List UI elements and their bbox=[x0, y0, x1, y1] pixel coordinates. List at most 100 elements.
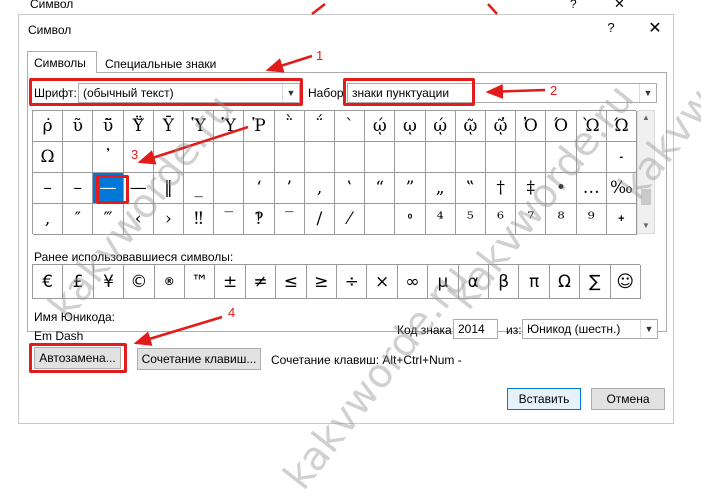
symbol-cell[interactable]: ‟ bbox=[455, 173, 486, 204]
symbol-cell[interactable]: ‘ bbox=[244, 173, 275, 204]
symbol-cell[interactable]: / bbox=[304, 204, 335, 235]
symbol-cell[interactable] bbox=[274, 142, 305, 173]
symbol-cell[interactable]: Ῥ bbox=[244, 111, 275, 142]
symbol-cell[interactable]: ` bbox=[335, 111, 366, 142]
background-close-button[interactable]: ✕ bbox=[614, 0, 625, 12]
symbol-cell[interactable]: Ώ bbox=[606, 111, 637, 142]
symbol-cell[interactable]: ῴ bbox=[365, 111, 396, 142]
symbol-cell[interactable] bbox=[214, 142, 245, 173]
chevron-down-icon[interactable]: ▼ bbox=[640, 320, 657, 338]
symbol-cell[interactable]: , bbox=[33, 204, 64, 235]
symbol-cell[interactable]: † bbox=[486, 173, 517, 204]
symbol-cell[interactable]: ‽ bbox=[244, 204, 275, 235]
symbol-cell[interactable]: › bbox=[153, 204, 184, 235]
symbol-cell[interactable]: ⁹ bbox=[576, 204, 607, 235]
symbol-cell[interactable]: ᾽ bbox=[93, 142, 124, 173]
symbol-cell[interactable]: … bbox=[576, 173, 607, 204]
symbol-cell[interactable]: Ω bbox=[33, 142, 64, 173]
symbol-cell[interactable]: Ὼ bbox=[576, 111, 607, 142]
font-select[interactable]: (обычный текст) ▼ bbox=[78, 83, 300, 103]
symbol-cell[interactable]: ⁰ bbox=[395, 204, 426, 235]
symbol-cell[interactable]: ⁴ bbox=[425, 204, 456, 235]
char-code-input[interactable]: 2014 bbox=[453, 319, 498, 339]
symbol-cell[interactable] bbox=[425, 142, 456, 173]
symbol-cell[interactable]: Ὑ bbox=[184, 111, 215, 142]
symbol-cell[interactable] bbox=[395, 142, 426, 173]
symbol-cell[interactable]: ⁶ bbox=[486, 204, 517, 235]
symbol-cell[interactable] bbox=[153, 142, 184, 173]
symbol-cell[interactable]: ρ̇ bbox=[33, 111, 64, 142]
recent-symbol-cell[interactable]: ™ bbox=[185, 265, 216, 299]
symbol-cell[interactable]: ″ bbox=[63, 204, 94, 235]
symbol-cell[interactable]: + bbox=[606, 204, 637, 235]
subset-select[interactable]: знаки пунктуации ▼ bbox=[347, 83, 657, 103]
recent-symbol-cell[interactable]: ≤ bbox=[276, 265, 307, 299]
symbol-cell[interactable] bbox=[576, 142, 607, 173]
symbol-cell[interactable]: “ bbox=[365, 173, 396, 204]
symbol-cell[interactable]: – bbox=[33, 173, 64, 204]
recent-symbol-cell[interactable]: ∑ bbox=[580, 265, 611, 299]
recent-symbol-cell[interactable]: © bbox=[124, 265, 155, 299]
scroll-up-icon[interactable]: ▲ bbox=[638, 111, 654, 125]
autocorrect-button[interactable]: Автозамена... bbox=[34, 347, 121, 369]
symbol-cell[interactable]: ‴ bbox=[93, 204, 124, 235]
scroll-thumb[interactable] bbox=[641, 189, 651, 205]
symbol-cell[interactable]: „ bbox=[425, 173, 456, 204]
symbol-cell[interactable] bbox=[123, 142, 154, 173]
symbol-cell[interactable]: – bbox=[63, 173, 94, 204]
symbol-cell[interactable]: Ὑ bbox=[214, 111, 245, 142]
symbol-cell[interactable]: Ὀ bbox=[516, 111, 547, 142]
tab-symbols[interactable]: Символы bbox=[27, 51, 97, 73]
recent-symbol-cell[interactable]: € bbox=[33, 265, 64, 299]
recent-symbol-cell[interactable]: × bbox=[367, 265, 398, 299]
symbol-cell[interactable]: ῴ bbox=[425, 111, 456, 142]
scroll-down-icon[interactable]: ▼ bbox=[638, 219, 654, 233]
recent-symbol-cell[interactable]: ® bbox=[154, 265, 185, 299]
symbol-cell[interactable] bbox=[244, 142, 275, 173]
symbol-cell[interactable]: ⁷ bbox=[516, 204, 547, 235]
symbol-cell[interactable]: - bbox=[606, 142, 637, 173]
symbol-cell[interactable] bbox=[335, 142, 366, 173]
symbol-cell[interactable]: ῦ bbox=[63, 111, 94, 142]
recent-symbol-cell[interactable]: ± bbox=[215, 265, 246, 299]
symbol-cell[interactable]: ῦ̈ bbox=[93, 111, 124, 142]
symbol-cell[interactable] bbox=[214, 173, 245, 204]
symbol-cell[interactable]: ῭ bbox=[274, 111, 305, 142]
symbol-cell[interactable]: ‚ bbox=[304, 173, 335, 204]
symbol-cell[interactable]: ‡ bbox=[516, 173, 547, 204]
recent-symbol-cell[interactable]: ÷ bbox=[337, 265, 368, 299]
recent-symbol-cell[interactable]: β bbox=[489, 265, 520, 299]
symbol-cell[interactable]: _ bbox=[184, 173, 215, 204]
symbol-cell[interactable]: ΅ bbox=[304, 111, 335, 142]
tab-special-characters[interactable]: Специальные знаки bbox=[99, 53, 223, 73]
symbol-cell[interactable] bbox=[63, 142, 94, 173]
symbol-cell[interactable]: ‛ bbox=[335, 173, 366, 204]
cancel-button[interactable]: Отмена bbox=[591, 388, 665, 410]
recent-symbol-cell[interactable]: ≠ bbox=[245, 265, 277, 299]
symbol-cell[interactable]: ‰ bbox=[606, 173, 637, 204]
symbol-cell[interactable]: ‼ bbox=[184, 204, 215, 235]
symbol-cell[interactable] bbox=[365, 204, 396, 235]
symbol-cell[interactable]: — bbox=[93, 173, 124, 204]
chevron-down-icon[interactable]: ▼ bbox=[282, 84, 299, 102]
recent-symbol-cell[interactable]: £ bbox=[63, 265, 94, 299]
symbol-cell[interactable]: ⁵ bbox=[455, 204, 486, 235]
symbol-cell[interactable]: ‾ bbox=[214, 204, 245, 235]
symbol-cell[interactable]: ⁄ bbox=[335, 204, 366, 235]
recent-symbol-cell[interactable]: π bbox=[519, 265, 550, 299]
insert-button[interactable]: Вставить bbox=[507, 388, 581, 410]
close-button[interactable]: ✕ bbox=[646, 18, 664, 38]
symbol-cell[interactable]: ‹ bbox=[123, 204, 154, 235]
symbol-cell[interactable]: ‖ bbox=[153, 173, 184, 204]
symbol-cell[interactable]: — bbox=[123, 173, 154, 204]
recent-symbol-cell[interactable]: α bbox=[458, 265, 489, 299]
recent-symbol-cell[interactable]: µ bbox=[428, 265, 459, 299]
symbol-cell[interactable]: ‾ bbox=[274, 204, 305, 235]
background-help-button[interactable]: ? bbox=[570, 0, 577, 11]
symbol-cell[interactable]: ⁸ bbox=[546, 204, 577, 235]
symbol-cell[interactable] bbox=[304, 142, 335, 173]
recent-symbol-cell[interactable]: ¥ bbox=[93, 265, 125, 299]
recent-symbol-cell[interactable]: ≥ bbox=[306, 265, 337, 299]
help-button[interactable]: ? bbox=[603, 20, 619, 35]
symbol-cell[interactable]: ’ bbox=[274, 173, 305, 204]
